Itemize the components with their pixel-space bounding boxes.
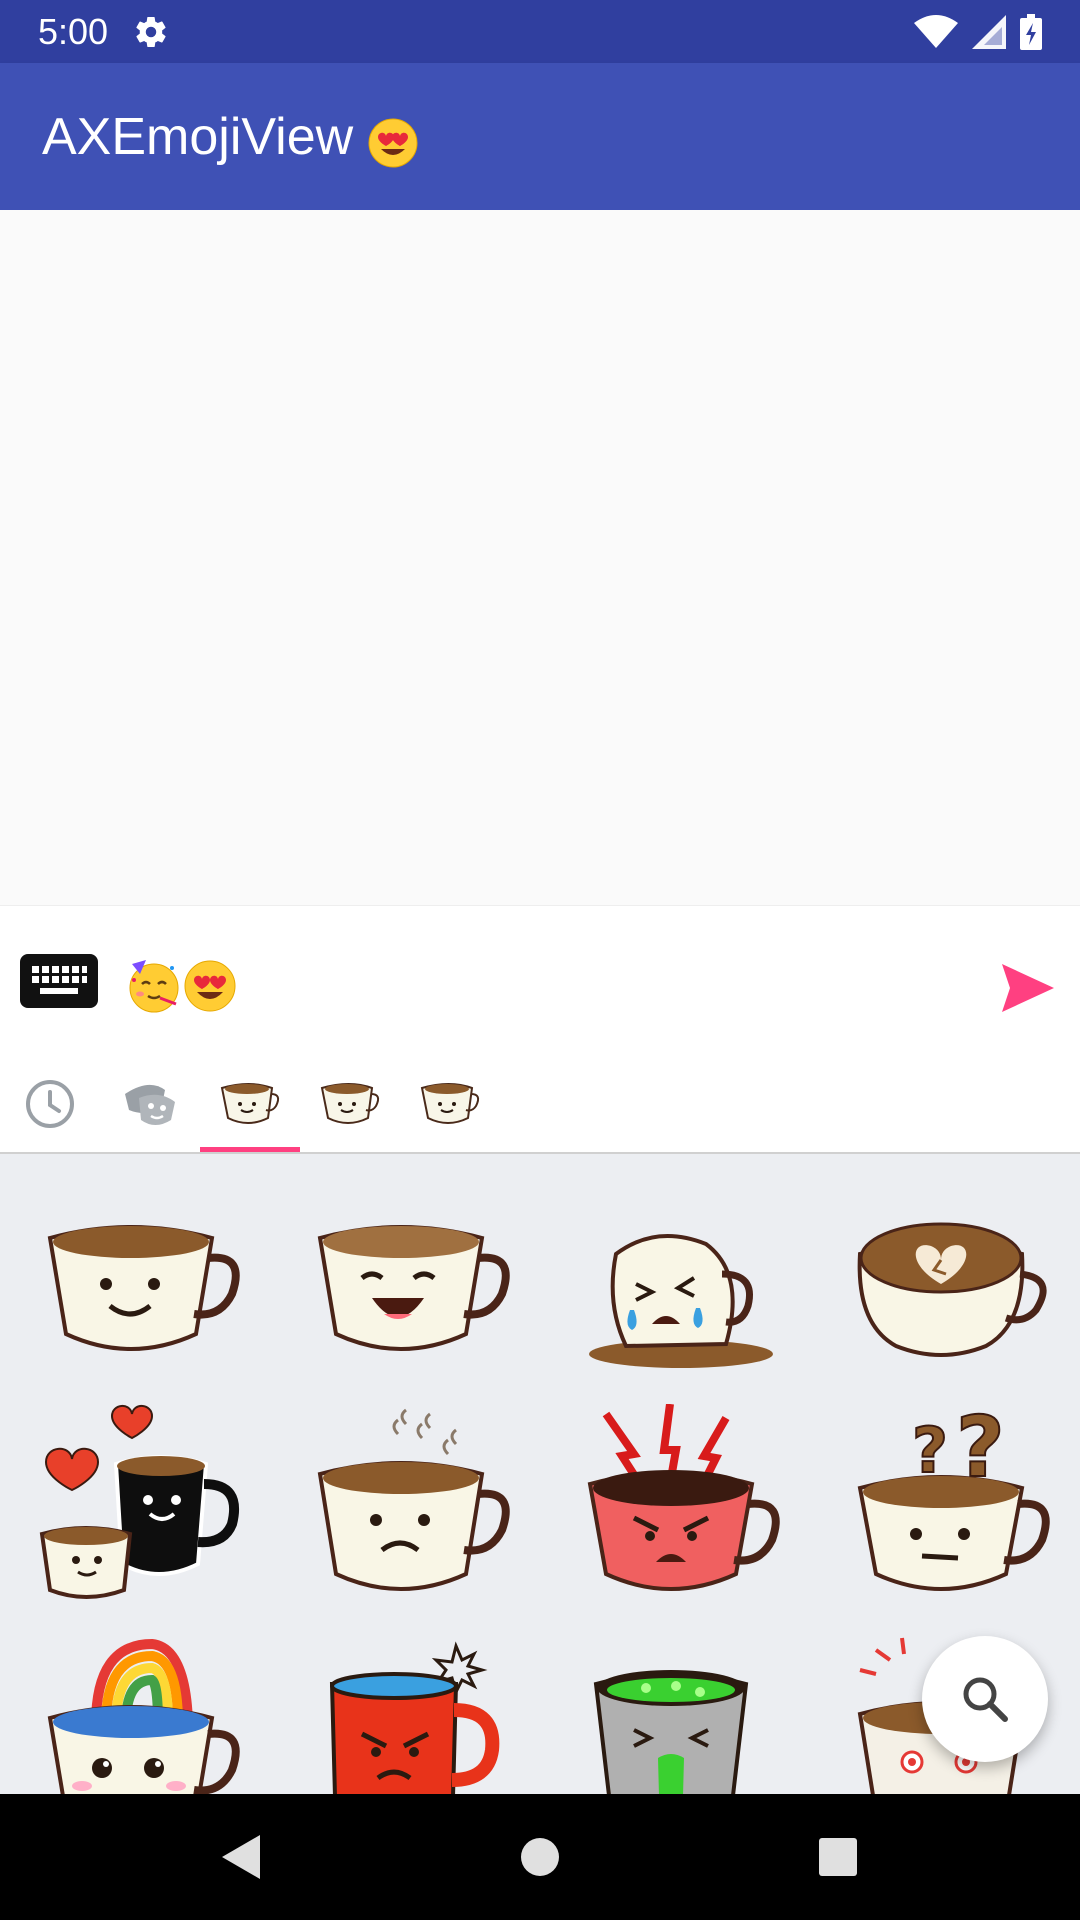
nav-recents-button[interactable]: [808, 1827, 868, 1887]
sticker-coffee-laughing[interactable]: [306, 1194, 516, 1394]
coffee-cup-icon: [420, 1082, 480, 1124]
clock-icon: [26, 1079, 74, 1128]
partying-face-emoji-icon: [129, 960, 179, 1013]
category-tabs: [0, 1053, 1080, 1154]
sticker-coffee-rainbow[interactable]: [36, 1634, 246, 1794]
battery-icon: [1020, 13, 1042, 50]
coffee-cup-icon: [320, 1082, 380, 1124]
search-icon: [963, 1677, 1008, 1722]
send-button[interactable]: [1000, 960, 1056, 1016]
wifi-icon: [914, 14, 958, 48]
sticker-coffee-angry-mug[interactable]: [306, 1634, 516, 1794]
sticker-coffee-sad-steaming[interactable]: [306, 1404, 516, 1604]
nav-home-button[interactable]: [510, 1827, 570, 1887]
app-bar: AXEmojiView: [0, 63, 1080, 210]
status-bar: 5:00: [0, 0, 1080, 63]
navigation-bar: [0, 1794, 1080, 1920]
tab-recent[interactable]: [0, 1053, 100, 1154]
back-icon: [222, 1835, 260, 1879]
sticker-coffee-crying-spilled[interactable]: [576, 1194, 786, 1394]
app-title: AXEmojiView: [42, 107, 354, 166]
sticker-grid: ? ?: [0, 1154, 1080, 1794]
recents-icon: [819, 1838, 857, 1876]
selected-tab-indicator: [200, 1147, 300, 1152]
tab-emoji[interactable]: [100, 1053, 200, 1154]
keyboard-icon: [32, 966, 87, 994]
sticker-coffee-heart-latte[interactable]: [846, 1194, 1056, 1394]
input-bar: [0, 905, 1080, 1053]
status-icons: [914, 13, 1042, 50]
mask-icon: [125, 1084, 175, 1125]
coffee-cup-icon: [220, 1082, 280, 1124]
screen: 5:00 AXEmojiView ? ?: [0, 0, 1080, 1920]
home-icon: [521, 1838, 559, 1876]
tab-coffee-pack-2[interactable]: [300, 1053, 400, 1154]
cell-signal-icon: [972, 14, 1006, 49]
settings-icon: [132, 13, 170, 51]
heart-eyes-emoji-icon: [184, 960, 236, 1012]
sticker-coffee-love-mugs[interactable]: [36, 1404, 246, 1604]
keyboard-toggle-button[interactable]: [20, 954, 98, 1008]
sticker-coffee-confused[interactable]: ? ?: [846, 1404, 1056, 1604]
content-area: [0, 210, 1080, 905]
tab-coffee-pack-1[interactable]: [200, 1053, 300, 1154]
heart-eyes-emoji-icon: [368, 118, 418, 167]
sticker-coffee-sick-green[interactable]: [576, 1634, 786, 1794]
nav-back-button[interactable]: [210, 1827, 270, 1887]
sticker-coffee-smiling[interactable]: [36, 1194, 246, 1394]
tab-coffee-pack-3[interactable]: [400, 1053, 500, 1154]
status-time: 5:00: [38, 10, 109, 52]
sticker-coffee-angry-red[interactable]: [576, 1404, 786, 1604]
search-fab-button[interactable]: [922, 1636, 1048, 1762]
